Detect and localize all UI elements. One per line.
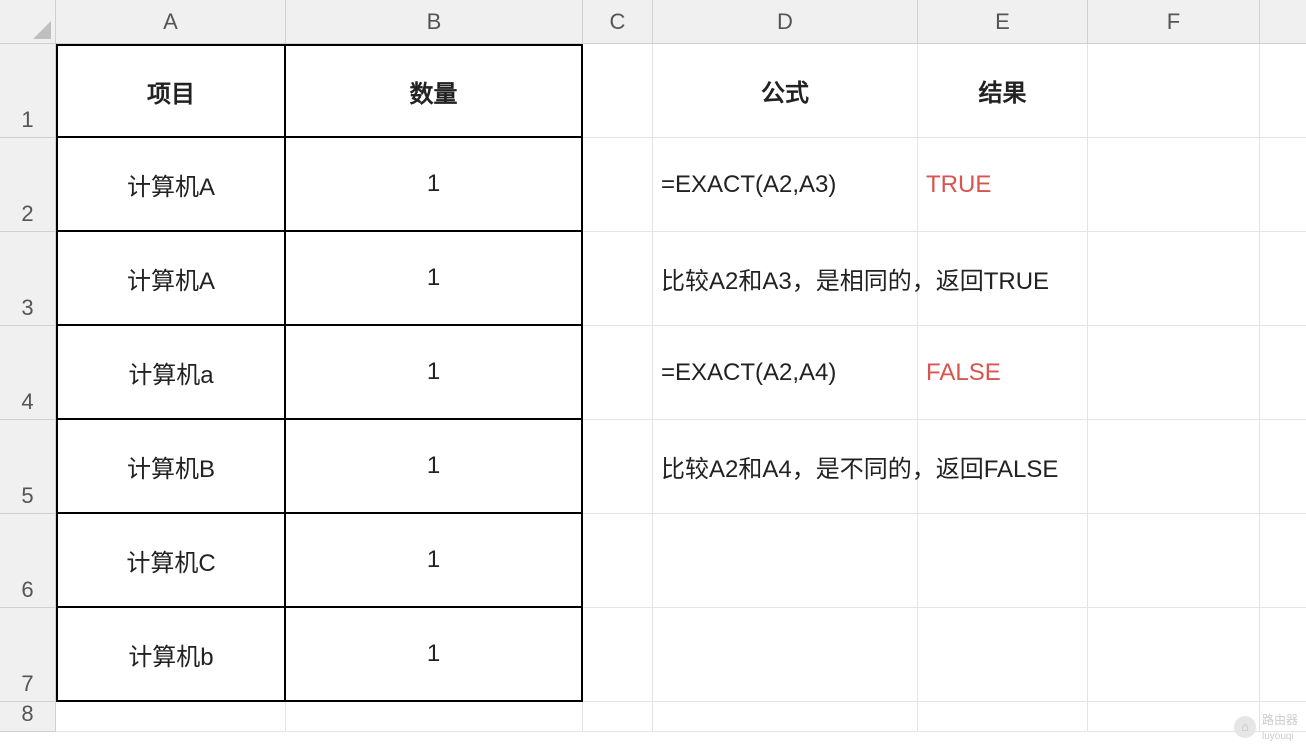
cell-D6[interactable] — [653, 514, 918, 608]
cell-A3[interactable]: 计算机A — [56, 232, 286, 326]
cell-G4[interactable] — [1260, 326, 1306, 420]
cell-C7[interactable] — [583, 608, 653, 702]
cell-B2[interactable]: 1 — [286, 138, 583, 232]
cell-F2[interactable] — [1088, 138, 1260, 232]
col-header-G[interactable]: G — [1260, 0, 1306, 44]
cell-D4[interactable]: =EXACT(A2,A4) — [653, 326, 918, 420]
cell-C8[interactable] — [583, 702, 653, 732]
cell-B7[interactable]: 1 — [286, 608, 583, 702]
cell-E4[interactable]: FALSE — [918, 326, 1088, 420]
spreadsheet: A B C D E F G 1 2 3 4 5 6 7 8 项目数量计算机A1计… — [0, 0, 1306, 748]
col-header-D[interactable]: D — [653, 0, 918, 44]
cell-F4[interactable] — [1088, 326, 1260, 420]
row-headers: 1 2 3 4 5 6 7 8 — [0, 44, 56, 732]
cell-E6[interactable] — [918, 514, 1088, 608]
watermark-text: 路由器 — [1262, 713, 1298, 727]
row-header-7[interactable]: 7 — [0, 608, 56, 702]
cell-A6[interactable]: 计算机C — [56, 514, 286, 608]
cell-A5[interactable]: 计算机B — [56, 420, 286, 514]
cell-F7[interactable] — [1088, 608, 1260, 702]
watermark: ⌂ 路由器 luyouqi — [1234, 711, 1298, 742]
cell-G7[interactable] — [1260, 608, 1306, 702]
col-header-F[interactable]: F — [1088, 0, 1260, 44]
cell-A4[interactable]: 计算机a — [56, 326, 286, 420]
row-header-5[interactable]: 5 — [0, 420, 56, 514]
cell-C5[interactable] — [583, 420, 653, 514]
cell-A1[interactable]: 项目 — [56, 44, 286, 138]
cell-B3[interactable]: 1 — [286, 232, 583, 326]
col-header-B[interactable]: B — [286, 0, 583, 44]
row-header-4[interactable]: 4 — [0, 326, 56, 420]
cell-C4[interactable] — [583, 326, 653, 420]
cell-D3[interactable]: 比较A2和A3，是相同的，返回TRUE — [653, 232, 1260, 326]
cell-B4[interactable]: 1 — [286, 326, 583, 420]
cell-F6[interactable] — [1088, 514, 1260, 608]
row-header-8[interactable]: 8 — [0, 702, 56, 732]
row-header-1[interactable]: 1 — [0, 44, 56, 138]
cell-G1[interactable] — [1260, 44, 1306, 138]
cell-G3[interactable] — [1260, 232, 1306, 326]
cell-G2[interactable] — [1260, 138, 1306, 232]
cell-G5[interactable] — [1260, 420, 1306, 514]
cell-A7[interactable]: 计算机b — [56, 608, 286, 702]
cell-E7[interactable] — [918, 608, 1088, 702]
cell-E8[interactable] — [918, 702, 1088, 732]
column-headers: A B C D E F G — [0, 0, 1306, 44]
row-header-2[interactable]: 2 — [0, 138, 56, 232]
cell-C6[interactable] — [583, 514, 653, 608]
row-header-3[interactable]: 3 — [0, 232, 56, 326]
cell-D8[interactable] — [653, 702, 918, 732]
cell-B5[interactable]: 1 — [286, 420, 583, 514]
col-header-E[interactable]: E — [918, 0, 1088, 44]
row-header-6[interactable]: 6 — [0, 514, 56, 608]
cell-C2[interactable] — [583, 138, 653, 232]
cell-D1[interactable]: 公式 — [653, 44, 918, 138]
cell-A2[interactable]: 计算机A — [56, 138, 286, 232]
cell-D5[interactable]: 比较A2和A4，是不同的，返回FALSE — [653, 420, 1260, 514]
cell-D2[interactable]: =EXACT(A2,A3) — [653, 138, 918, 232]
cell-B6[interactable]: 1 — [286, 514, 583, 608]
cell-C1[interactable] — [583, 44, 653, 138]
col-header-A[interactable]: A — [56, 0, 286, 44]
cell-E2[interactable]: TRUE — [918, 138, 1088, 232]
cell-A8[interactable] — [56, 702, 286, 732]
watermark-sub: luyouqi — [1262, 731, 1294, 742]
cell-F1[interactable] — [1088, 44, 1260, 138]
cell-E1[interactable]: 结果 — [918, 44, 1088, 138]
cell-C3[interactable] — [583, 232, 653, 326]
col-header-C[interactable]: C — [583, 0, 653, 44]
cell-D7[interactable] — [653, 608, 918, 702]
cell-B1[interactable]: 数量 — [286, 44, 583, 138]
router-icon: ⌂ — [1234, 716, 1256, 738]
cell-G6[interactable] — [1260, 514, 1306, 608]
cell-B8[interactable] — [286, 702, 583, 732]
select-all-corner[interactable] — [0, 0, 56, 44]
